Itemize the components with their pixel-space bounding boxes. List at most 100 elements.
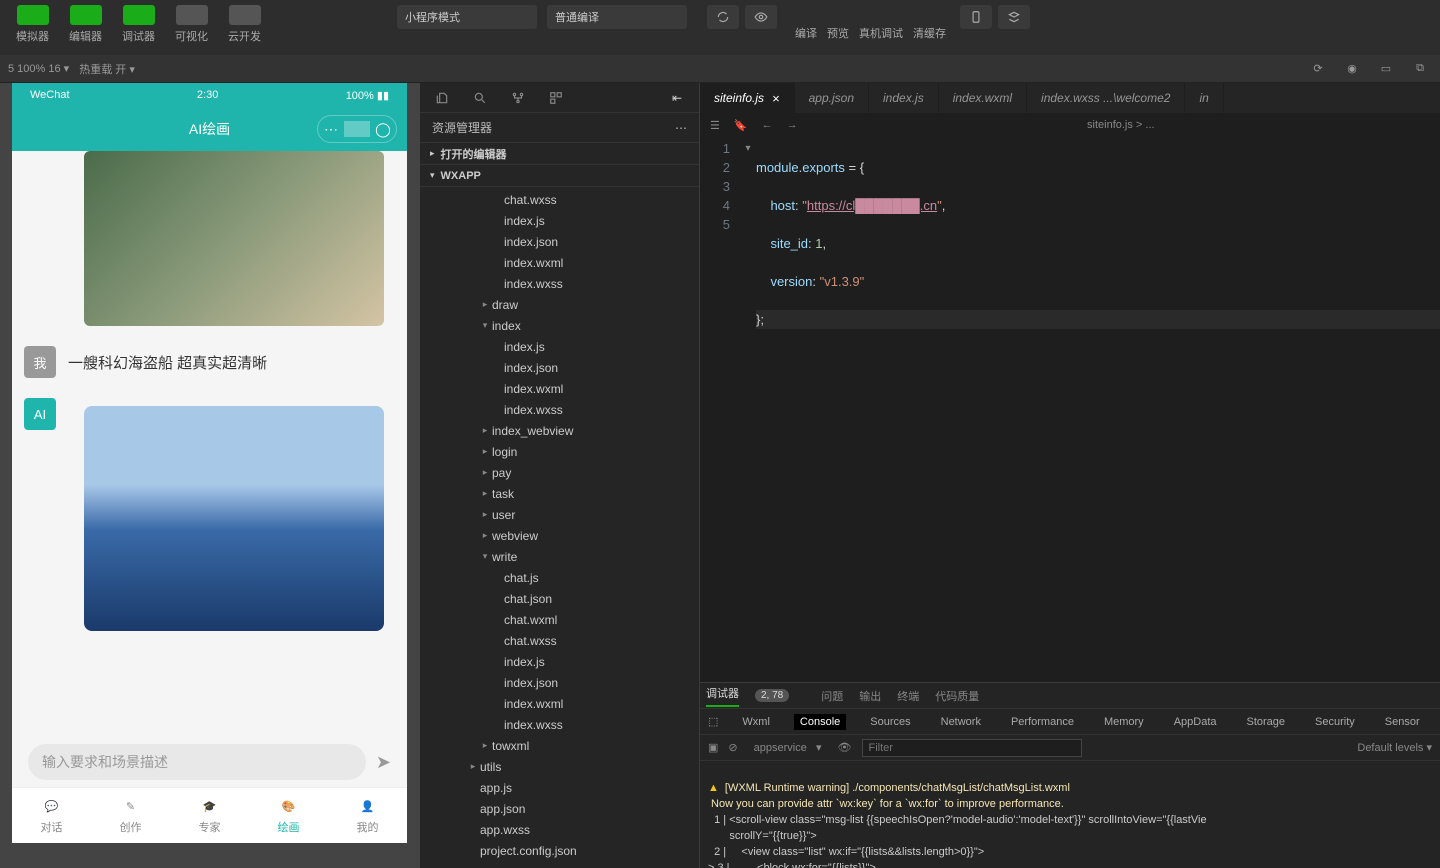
console-log[interactable]: ▲[WXML Runtime warning] ./components/cha… xyxy=(700,761,1440,868)
dt-tab-代码质量[interactable]: 代码质量 xyxy=(935,691,979,703)
tool-清缓存[interactable]: 清缓存 xyxy=(913,5,946,41)
tree-index[interactable]: ▾index xyxy=(420,315,699,336)
dt2-Console[interactable]: Console xyxy=(794,714,846,730)
tree-pay[interactable]: ▸pay xyxy=(420,462,699,483)
compile-dropdown[interactable]: 普通编译 xyxy=(547,5,687,29)
tool-编译[interactable]: 编译 xyxy=(795,5,817,41)
tree-chat.wxss[interactable]: chat.wxss xyxy=(420,189,699,210)
generated-image-1[interactable] xyxy=(84,151,384,326)
dt2-Sources[interactable]: Sources xyxy=(864,714,916,730)
dt-tab-输出[interactable]: 输出 xyxy=(859,691,881,703)
tab-绘画[interactable]: 🎨绘画 xyxy=(249,788,328,843)
filter-input[interactable] xyxy=(862,739,1082,757)
tree-chat.json[interactable]: chat.json xyxy=(420,588,699,609)
editor-tab-index.js[interactable]: index.js xyxy=(869,83,939,113)
branch-icon[interactable] xyxy=(506,86,530,110)
tool-真机调试[interactable]: 真机调试 xyxy=(859,5,903,41)
zoom-indicator[interactable]: 5 100% 16 ▾ xyxy=(8,62,69,75)
host-value[interactable]: https://cl███████.cn xyxy=(807,198,937,213)
tree-index.js[interactable]: index.js xyxy=(420,651,699,672)
tool-调试器[interactable]: 调试器 xyxy=(116,5,161,44)
tree-app.wxss[interactable]: app.wxss xyxy=(420,819,699,840)
tree-index.wxss[interactable]: index.wxss xyxy=(420,714,699,735)
tree-task[interactable]: ▸task xyxy=(420,483,699,504)
file-tree[interactable]: chat.wxssindex.jsindex.jsonindex.wxmlind… xyxy=(420,187,699,868)
fold-column[interactable]: ▾ xyxy=(740,137,756,682)
close-icon[interactable]: × xyxy=(772,91,780,106)
inspect-icon[interactable]: ⬚ xyxy=(708,715,718,728)
tool-模拟器[interactable]: 模拟器 xyxy=(10,5,55,44)
hot-reload-toggle[interactable]: 热重载 开 ▾ xyxy=(79,61,135,77)
dt2-Storage[interactable]: Storage xyxy=(1241,714,1292,730)
tool-编辑器[interactable]: 编辑器 xyxy=(63,5,108,44)
editor-tab-app.json[interactable]: app.json xyxy=(795,83,869,113)
nav-back-icon[interactable]: ← xyxy=(762,119,773,131)
search-icon[interactable] xyxy=(468,86,492,110)
tree-login[interactable]: ▸login xyxy=(420,441,699,462)
tab-专家[interactable]: 🎓专家 xyxy=(170,788,249,843)
dt2-Sensor[interactable]: Sensor xyxy=(1379,714,1426,730)
explorer-more-icon[interactable]: ⋯ xyxy=(675,121,687,135)
stack-icon[interactable] xyxy=(998,5,1030,29)
tree-index.json[interactable]: index.json xyxy=(420,231,699,252)
dt2-Network[interactable]: Network xyxy=(935,714,987,730)
clear-console-icon[interactable]: ⊘ xyxy=(728,741,737,754)
editor-body[interactable]: 12345 ▾ module.exports = { host: "https:… xyxy=(700,137,1440,682)
eye-icon[interactable] xyxy=(745,5,777,29)
dt2-AppData[interactable]: AppData xyxy=(1168,714,1223,730)
sidebar-toggle-icon[interactable]: ▣ xyxy=(708,741,718,754)
dt2-Wxml[interactable]: Wxml xyxy=(736,714,776,730)
phone-content[interactable]: 我 一艘科幻海盗船 超真实超清晰 AI xyxy=(12,151,407,737)
context-selector[interactable]: appservice ▾ xyxy=(748,739,828,756)
tree-app.json[interactable]: app.json xyxy=(420,798,699,819)
send-icon[interactable]: ➤ xyxy=(376,752,391,773)
tree-draw[interactable]: ▸draw xyxy=(420,294,699,315)
tool-可视化[interactable]: 可视化 xyxy=(169,5,214,44)
generated-image-2[interactable] xyxy=(84,406,384,631)
editor-tab-index.wxml[interactable]: index.wxml xyxy=(939,83,1027,113)
tree-project.config.json[interactable]: project.config.json xyxy=(420,840,699,861)
tree-app.js[interactable]: app.js xyxy=(420,777,699,798)
dt2-Memory[interactable]: Memory xyxy=(1098,714,1150,730)
tree-index.js[interactable]: index.js xyxy=(420,336,699,357)
tree-index_webview[interactable]: ▸index_webview xyxy=(420,420,699,441)
tree-index.json[interactable]: index.json xyxy=(420,357,699,378)
capsule-close-icon[interactable]: ◯ xyxy=(370,116,396,142)
tree-chat.js[interactable]: chat.js xyxy=(420,567,699,588)
tree-index.js[interactable]: index.js xyxy=(420,210,699,231)
section-WXAPP[interactable]: ▾WXAPP xyxy=(420,165,699,187)
capsule-menu-icon[interactable]: ⋯ xyxy=(318,116,344,142)
levels-selector[interactable]: Default levels ▾ xyxy=(1357,741,1432,754)
editor-tab-siteinfo.js[interactable]: siteinfo.js× xyxy=(700,83,795,113)
files-icon[interactable] xyxy=(430,86,454,110)
tree-index.wxml[interactable]: index.wxml xyxy=(420,378,699,399)
dt2-Performance[interactable]: Performance xyxy=(1005,714,1080,730)
phone-icon[interactable] xyxy=(960,5,992,29)
tree-index.wxss[interactable]: index.wxss xyxy=(420,399,699,420)
collapse-icon[interactable]: ⇤ xyxy=(665,86,689,110)
tree-index.wxml[interactable]: index.wxml xyxy=(420,252,699,273)
tree-index.wxml[interactable]: index.wxml xyxy=(420,693,699,714)
tree-chat.wxss[interactable]: chat.wxss xyxy=(420,630,699,651)
refresh-icon[interactable] xyxy=(707,5,739,29)
issue-badge[interactable]: 2, 78 xyxy=(755,689,789,702)
nav-fwd-icon[interactable]: → xyxy=(787,119,798,131)
capsule-button[interactable]: ⋯ ◯ xyxy=(317,115,397,143)
extensions-icon[interactable] xyxy=(544,86,568,110)
bookmark-icon[interactable]: 🔖 xyxy=(734,119,748,132)
editor-tab-in[interactable]: in xyxy=(1185,83,1223,113)
section-打开的编辑器[interactable]: ▸打开的编辑器 xyxy=(420,143,699,165)
mode-dropdown[interactable]: 小程序模式 xyxy=(397,5,537,29)
more-icon[interactable]: ⧉ xyxy=(1408,57,1432,81)
tab-创作[interactable]: ✎创作 xyxy=(91,788,170,843)
tree-index.wxss[interactable]: index.wxss xyxy=(420,273,699,294)
device-icon[interactable]: ▭ xyxy=(1374,57,1398,81)
debugger-tab[interactable]: 调试器 xyxy=(706,685,739,707)
tool-云开发[interactable]: 云开发 xyxy=(222,5,267,44)
action-icon[interactable]: ⟳ xyxy=(1306,57,1330,81)
tree-towxml[interactable]: ▸towxml xyxy=(420,735,699,756)
tree-chat.wxml[interactable]: chat.wxml xyxy=(420,609,699,630)
list-icon[interactable]: ☰ xyxy=(710,119,720,132)
dt-tab-终端[interactable]: 终端 xyxy=(897,691,919,703)
tree-utils[interactable]: ▸utils xyxy=(420,756,699,777)
